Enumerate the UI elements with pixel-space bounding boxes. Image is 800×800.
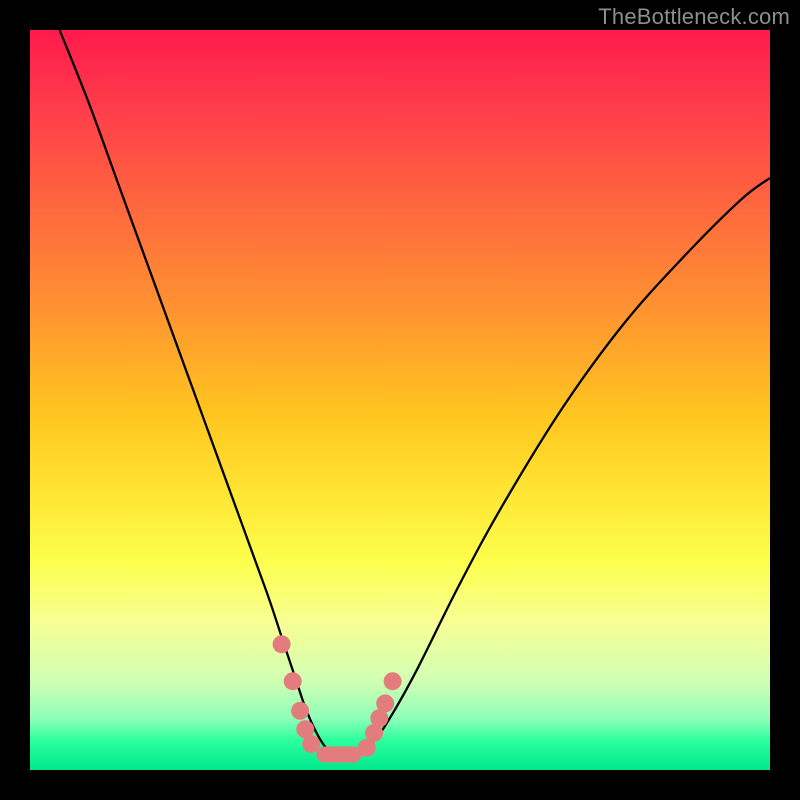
data-marker [273, 635, 291, 653]
data-marker [376, 694, 394, 712]
plot-area [30, 30, 770, 770]
chart-frame: TheBottleneck.com [0, 0, 800, 800]
markers-group [273, 635, 402, 757]
data-marker [384, 672, 402, 690]
watermark-label: TheBottleneck.com [598, 4, 790, 30]
bottleneck-curve [60, 30, 770, 755]
chart-svg [30, 30, 770, 770]
data-marker [284, 672, 302, 690]
data-marker [291, 702, 309, 720]
flat-bottom-segment [316, 746, 361, 762]
